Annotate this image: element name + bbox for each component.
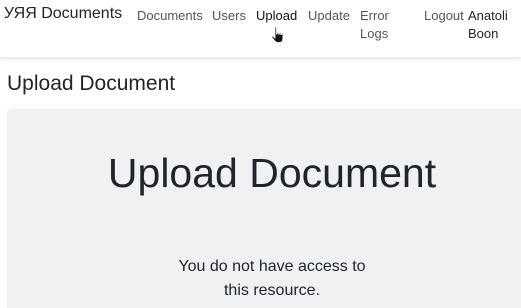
access-denied-panel: Upload Document You do not have access t… — [7, 109, 521, 308]
hand-pointer-icon — [271, 26, 284, 43]
access-denied-message: You do not have access to this resource. — [178, 258, 366, 299]
top-navbar: УЯЯ Documents Documents Users Upload Upd… — [0, 0, 521, 58]
panel-title: Upload Document — [107, 150, 437, 196]
nav-link-logout[interactable]: Logout — [424, 7, 464, 25]
current-user-name: Anatoli Boon — [468, 8, 508, 41]
nav-link-error-logs[interactable]: Error Logs — [360, 7, 400, 43]
brand-link[interactable]: УЯЯ Documents — [0, 3, 126, 25]
nav-link-update[interactable]: Update — [308, 7, 350, 25]
page-title: Upload Document — [7, 72, 176, 95]
nav-link-documents[interactable]: Documents — [137, 7, 203, 25]
nav-link-upload[interactable]: Upload — [256, 7, 297, 25]
nav-link-users[interactable]: Users — [212, 7, 246, 25]
page: УЯЯ Documents Documents Users Upload Upd… — [0, 0, 521, 308]
